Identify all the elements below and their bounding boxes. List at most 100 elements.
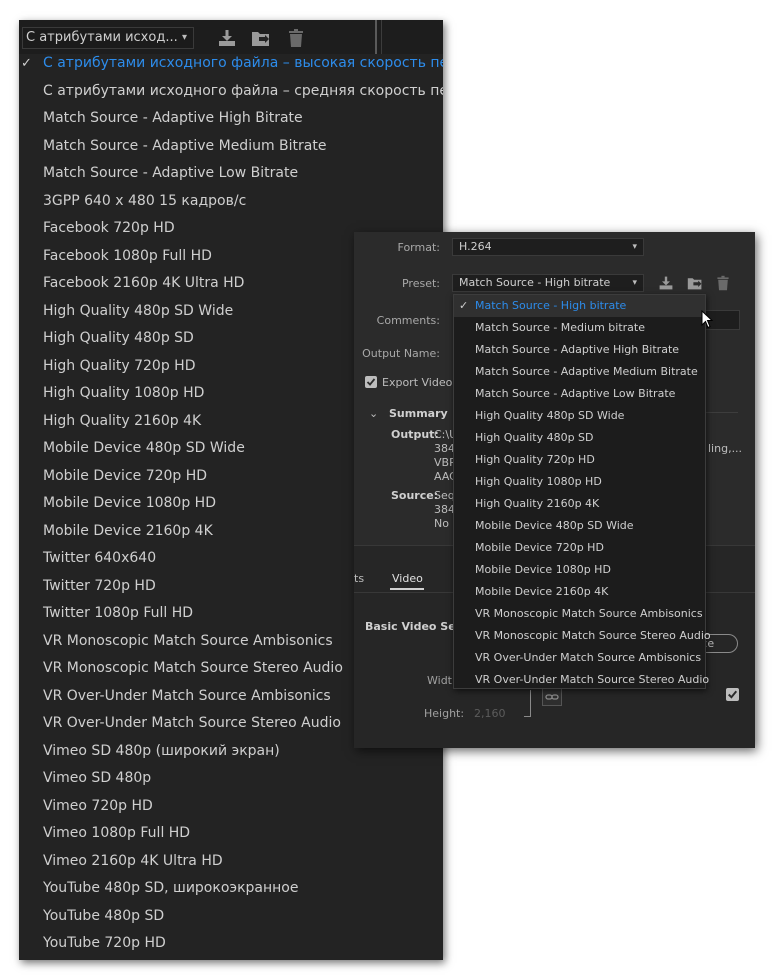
source-summary-line: Seq [434,489,455,502]
chevron-down-icon: ▾ [632,242,637,252]
preset-dropdown-item-label: Mobile Device 720p HD [475,541,604,554]
height-value: 2,160 [474,707,506,720]
preset-list-item[interactable]: Vimeo 720p HD [19,793,443,821]
preset-list-item[interactable]: ✓ С атрибутами исходного файла – высокая … [19,50,443,78]
preset-list-item-label: Match Source - Adaptive High Bitrate [43,110,303,126]
preset-list-item[interactable]: Match Source - Adaptive Medium Bitrate [19,133,443,161]
preset-list-item[interactable]: Vimeo SD 480p [19,765,443,793]
preset-dropdown-item-label: High Quality 480p SD [475,431,594,444]
preset-list-item[interactable]: YouTube 480p SD [19,903,443,931]
preset-list-item[interactable]: YouTube 720p HD [19,930,443,958]
preset-dropdown-item-label: High Quality 2160p 4K [475,497,600,510]
toolbar-divider [375,20,377,54]
link-bracket [524,690,531,717]
preset-list-item-label: Facebook 720p HD [43,220,175,236]
checkbox-icon[interactable] [726,688,739,701]
preset-list-item-label: High Quality 720p HD [43,357,196,374]
tab-effects[interactable]: ts [354,572,364,585]
preset-list-item-label: Vimeo SD 480p [43,770,152,786]
preset-list-item-label: YouTube 720p HD [43,935,166,951]
preset-list-item[interactable]: Match Source - Adaptive Low Bitrate [19,160,443,188]
preset-dropdown-item[interactable]: VR Monoscopic Match Source Stereo Audio [454,625,711,647]
width-label: Widt [427,674,452,687]
save-preset-icon[interactable] [686,275,704,291]
check-icon: ✓ [21,56,32,71]
preset-dropdown-item[interactable]: Mobile Device 1080p HD [454,559,705,581]
preset-list-item-label: Mobile Device 2160p 4K [43,522,213,539]
output-summary-right: ling,... [708,442,743,455]
preset-dropdown-item-label: Mobile Device 2160p 4K [475,585,609,598]
preset-dropdown-item-label: Match Source - Medium bitrate [475,321,645,334]
preset-dropdown-item[interactable]: High Quality 720p HD [454,449,705,471]
preset-list-item-label: High Quality 2160p 4K [43,412,202,429]
preset-dropdown-item[interactable]: VR Over-Under Match Source Ambisonics [454,647,705,669]
preset-dropdown-item[interactable]: Match Source - Adaptive Medium Bitrate [454,361,705,383]
tab-video-underline [390,588,424,590]
delete-preset-icon[interactable] [714,275,732,291]
chevron-down-icon: ▾ [181,32,187,43]
preset-list-item-label: Twitter 1080p Full HD [43,605,194,621]
preset-toolbar: С атрибутами исход... ▾ [19,20,443,54]
preset-list-item-label: YouTube 480p SD, широкоэкранное [43,880,299,896]
preset-list-item[interactable]: 3GPP 640 x 480 15 кадров/с [19,188,443,216]
comments-label: Comments: [376,314,440,327]
save-preset-icon[interactable] [250,28,272,48]
preset-dropdown-item[interactable]: High Quality 480p SD Wide [454,405,705,427]
preset-dropdown-item[interactable]: High Quality 2160p 4K [454,493,705,515]
preset-list-item-label: Twitter 720p HD [43,577,156,594]
preset-list-item-label: VR Over-Under Match Source Ambisonics [43,687,331,704]
preset-list-item[interactable]: Vimeo 1080p Full HD [19,820,443,848]
preset-list-item-label: High Quality 1080p HD [43,385,205,401]
preset-list-item-label: Vimeo 720p HD [43,797,153,814]
import-preset-icon[interactable] [216,28,238,48]
preset-dropdown-item[interactable]: Mobile Device 720p HD [454,537,705,559]
preset-list-item-label: Match Source - Adaptive Low Bitrate [43,165,299,181]
summary-header[interactable]: Summary [389,407,448,420]
preset-dropdown-item[interactable]: ✓ Match Source - High bitrate [454,295,705,317]
preset-dropdown-item[interactable]: Mobile Device 2160p 4K [454,581,705,603]
preset-list-item-label: Match Source - Adaptive Medium Bitrate [43,137,327,154]
preset-list-item-label: VR Monoscopic Match Source Stereo Audio [43,660,343,676]
preset-dropdown-item-label: VR Over-Under Match Source Stereo Audio [475,673,710,686]
preset-list-item[interactable]: С атрибутами исходного файла – средняя с… [19,78,443,106]
preset-list-item[interactable]: Vimeo 2160p 4K Ultra HD [19,848,443,876]
preset-list-item-label: С атрибутами исходного файла – высокая с… [43,55,443,71]
format-label: Format: [397,241,440,254]
chevron-down-icon: ▾ [632,278,637,288]
preset-list-item[interactable]: Match Source - Adaptive High Bitrate [19,105,443,133]
preset-dropdown-item[interactable]: VR Monoscopic Match Source Ambisonics [454,603,705,625]
preset-dropdown-item-label: VR Over-Under Match Source Ambisonics [475,651,702,664]
preset-list-item[interactable]: YouTube 480p SD, широкоэкранное [19,875,443,903]
import-preset-icon[interactable] [657,275,675,291]
preset-dropdown: ✓ Match Source - High bitrate Match Source… [453,294,711,691]
preset-select[interactable]: Match Source - High bitrate ▾ [452,274,644,292]
preset-dropdown-item[interactable]: Match Source - Adaptive Low Bitrate [454,383,705,405]
check-icon [366,378,376,386]
preset-dropdown-item[interactable]: High Quality 1080p HD [454,471,705,493]
chevron-down-icon[interactable]: ⌄ [369,407,378,420]
check-icon [728,690,738,699]
preset-dropdown-item-label: High Quality 720p HD [475,453,595,466]
preset-list-item-label: High Quality 480p SD [43,330,194,346]
export-video-checkbox[interactable] [365,376,377,388]
preset-list-item-label: Mobile Device 720p HD [43,467,208,484]
output-summary-line: 384 [434,442,455,455]
preset-list-item-label: 3GPP 640 x 480 15 кадров/с [43,192,247,209]
preset-list-item-label: Vimeo 2160p 4K Ultra HD [43,852,223,869]
preset-select[interactable]: С атрибутами исход... ▾ [22,27,194,49]
tab-video[interactable]: Video [392,572,423,585]
preset-dropdown-item-label: Match Source - Adaptive High Bitrate [475,343,680,356]
preset-dropdown-item[interactable]: Match Source - Medium bitrate [454,317,705,339]
preset-dropdown-item[interactable]: Mobile Device 480p SD Wide [454,515,705,537]
preset-dropdown-item[interactable]: VR Over-Under Match Source Stereo Audio [454,669,709,691]
check-icon: ✓ [459,299,469,312]
preset-dropdown-item[interactable]: High Quality 480p SD [454,427,705,449]
source-summary-label: Source: [391,489,439,502]
height-label: Height: [424,707,465,720]
preset-list-item-label: Vimeo SD 480p (широкий экран) [43,742,280,759]
toolbar-divider [381,20,382,54]
preset-dropdown-item[interactable]: Match Source - Adaptive High Bitrate [454,339,705,361]
source-summary-line: 384 [434,503,455,516]
delete-preset-icon[interactable] [285,28,307,48]
format-select[interactable]: H.264 ▾ [452,238,644,256]
